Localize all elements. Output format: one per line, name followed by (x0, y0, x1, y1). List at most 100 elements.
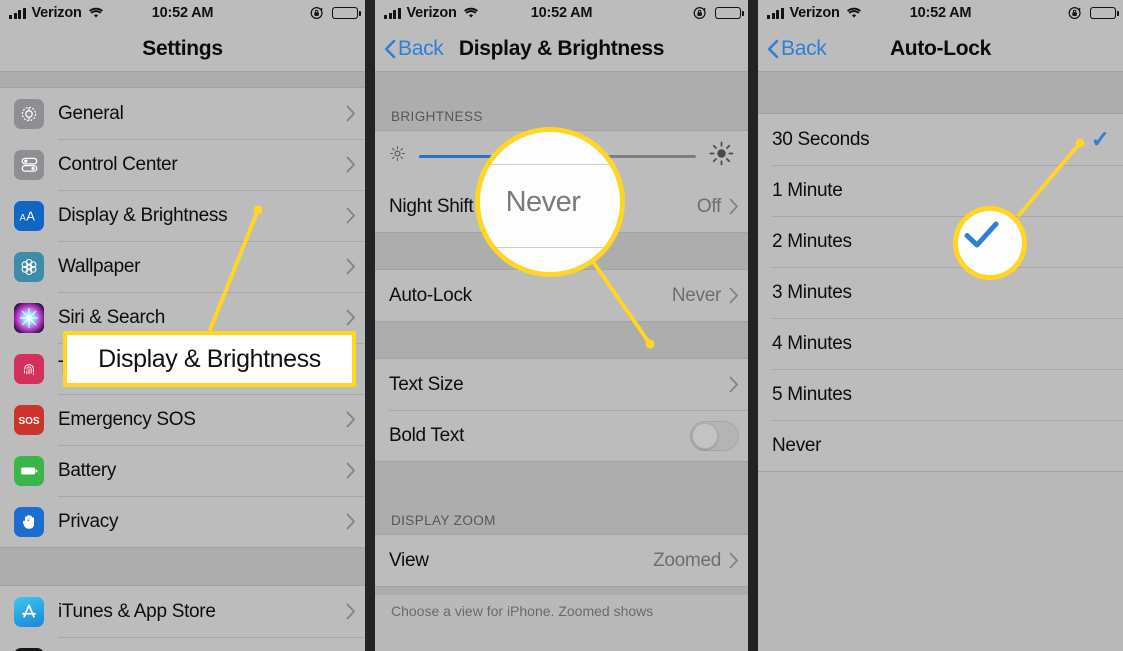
sidebar-item-touch-id-and-passcode[interactable]: Touch ID & Passcode (0, 343, 365, 394)
row-bold-text[interactable]: Bold Text (375, 410, 748, 461)
clock-label: 10:52 AM (151, 5, 214, 21)
row-label: Bold Text (389, 424, 465, 446)
row-value: Zoomed (653, 549, 721, 571)
group-gap-2 (375, 322, 748, 358)
page-title: Settings (142, 36, 223, 60)
sun-low-icon (389, 145, 406, 167)
clock-label: 10:52 AM (530, 5, 593, 21)
battery-icon (715, 6, 744, 20)
app-store-icon (14, 596, 44, 627)
display-zoom-section-header: DISPLAY ZOOM (391, 513, 496, 528)
option-label: 2 Minutes (772, 230, 852, 252)
sidebar-item-emergency-sos[interactable]: SOS Emergency SOS (0, 394, 365, 445)
settings-group-1: General Control Center AA Display & Brig… (0, 87, 365, 548)
status-bar: Verizon 10:52 AM (758, 0, 1123, 26)
chevron-right-icon (346, 513, 356, 530)
sidebar-item-privacy[interactable]: Privacy (0, 496, 365, 547)
sidebar-item-wallpaper[interactable]: Wallpaper (0, 241, 365, 292)
option-1-minute[interactable]: 1 Minute (758, 165, 1123, 216)
chevron-right-icon (729, 376, 739, 393)
option-5-minutes[interactable]: 5 Minutes (758, 369, 1123, 420)
sidebar-item-label: General (58, 102, 124, 124)
svg-text:SOS: SOS (18, 416, 39, 427)
chevron-right-icon (729, 287, 739, 304)
display-zoom-header-area: DISPLAY ZOOM (375, 504, 748, 534)
option-label: 30 Seconds (772, 128, 870, 150)
list-group-gap (0, 548, 365, 585)
brightness-slider-fill (419, 154, 536, 158)
fingerprint-icon (14, 353, 44, 384)
row-night-shift[interactable]: Night Shift Off (375, 181, 748, 232)
sidebar-item-label: Privacy (58, 510, 119, 532)
group-gap-1 (375, 233, 748, 269)
sidebar-item-label: Wallpaper (58, 255, 141, 277)
sidebar-item-wallet-and-apple-pay[interactable]: Wallet & Apple Pay (0, 637, 365, 651)
option-label: 1 Minute (772, 179, 843, 201)
battery-icon (14, 455, 44, 486)
sliders-icon (14, 149, 44, 180)
sidebar-item-label: Emergency SOS (58, 408, 196, 430)
row-value: Never (671, 284, 721, 306)
status-bar: Verizon 10:52 AM (0, 0, 365, 26)
sidebar-item-label: Display & Brightness (58, 204, 228, 226)
sidebar-item-control-center[interactable]: Control Center (0, 139, 365, 190)
option-30-seconds[interactable]: 30 Seconds ✓ (758, 114, 1123, 165)
sidebar-item-label: iTunes & App Store (58, 600, 216, 622)
option-label: 3 Minutes (772, 281, 852, 303)
brightness-slider-track[interactable] (419, 154, 696, 158)
sidebar-item-battery[interactable]: Battery (0, 445, 365, 496)
sidebar-item-general[interactable]: General (0, 88, 365, 139)
panel-divider-1 (365, 0, 375, 651)
panel-divider-2 (748, 0, 758, 651)
list-top-gap (375, 72, 748, 102)
option-3-minutes[interactable]: 3 Minutes (758, 267, 1123, 318)
option-label: 4 Minutes (772, 332, 852, 354)
display-brightness-panel: Verizon 10:52 AM Back Display & Brightne… (375, 0, 748, 651)
battery-icon (1090, 6, 1119, 20)
sidebar-item-itunes-and-app-store[interactable]: iTunes & App Store (0, 586, 365, 637)
option-4-minutes[interactable]: 4 Minutes (758, 318, 1123, 369)
chevron-right-icon (346, 105, 356, 122)
chevron-right-icon (729, 552, 739, 569)
footnote-gap (375, 587, 748, 595)
chevron-right-icon (346, 603, 356, 620)
settings-panel: Verizon 10:52 AM Settings General Contro… (0, 0, 365, 651)
screenshot-stage: Verizon 10:52 AM Settings General Contro… (0, 0, 1123, 651)
row-value: Off (696, 195, 721, 217)
row-view[interactable]: View Zoomed (375, 535, 748, 586)
wallet-icon (14, 647, 44, 651)
aa-text-icon: AA (14, 200, 44, 231)
back-button[interactable]: Back (758, 37, 827, 61)
text-group: Text Size Bold Text (375, 358, 748, 462)
svg-text:A: A (26, 208, 35, 223)
row-text-size[interactable]: Text Size (375, 359, 748, 410)
chevron-right-icon (346, 360, 356, 377)
row-auto-lock[interactable]: Auto-Lock Never (375, 270, 748, 321)
chevron-left-icon (384, 39, 396, 59)
row-label: Text Size (389, 373, 464, 395)
sidebar-item-label: Battery (58, 459, 117, 481)
sidebar-item-siri-and-search[interactable]: Siri & Search (0, 292, 365, 343)
option-never[interactable]: Never (758, 420, 1123, 471)
flower-icon (14, 251, 44, 282)
brightness-section-header-area: BRIGHTNESS (375, 102, 748, 130)
chevron-right-icon (346, 462, 356, 479)
sidebar-item-display-and-brightness[interactable]: AA Display & Brightness (0, 190, 365, 241)
settings-group-2: iTunes & App Store Wallet & Apple Pay (0, 585, 365, 651)
back-button[interactable]: Back (375, 37, 444, 61)
list-top-gap (758, 72, 1123, 113)
sidebar-item-label: Control Center (58, 153, 178, 175)
bold-text-toggle[interactable] (690, 420, 739, 451)
sos-icon: SOS (14, 404, 44, 435)
gear-icon (14, 98, 44, 129)
row-label: View (389, 549, 429, 571)
brightness-section-header: BRIGHTNESS (391, 109, 483, 124)
hand-icon (14, 506, 44, 537)
status-bar: Verizon 10:52 AM (375, 0, 748, 26)
chevron-right-icon (346, 411, 356, 428)
option-2-minutes[interactable]: 2 Minutes (758, 216, 1123, 267)
chevron-right-icon (346, 207, 356, 224)
sidebar-item-label: Touch ID & Passcode (58, 357, 234, 379)
auto-lock-panel: Verizon 10:52 AM Back Auto-Lock 30 Secon… (758, 0, 1123, 651)
brightness-slider-row[interactable] (375, 131, 748, 181)
